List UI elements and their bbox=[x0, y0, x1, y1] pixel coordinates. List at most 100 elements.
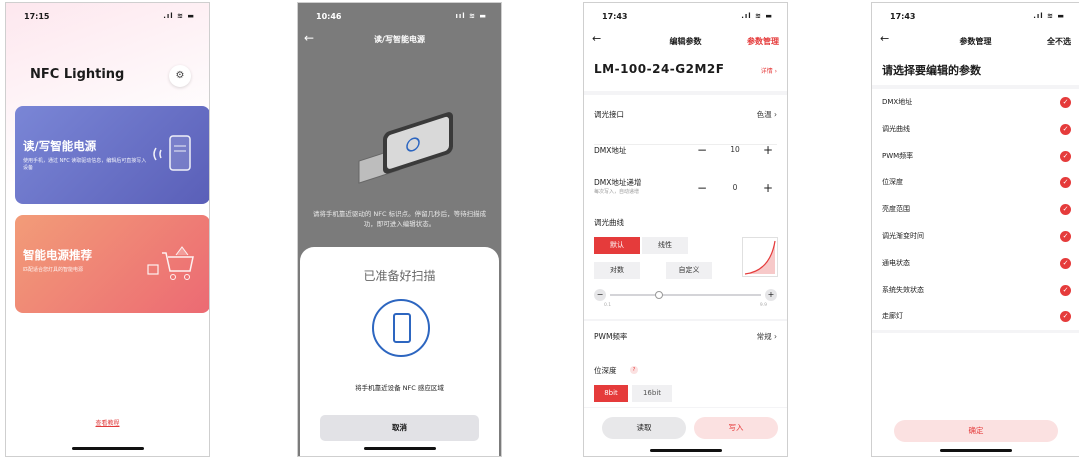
confirm-button[interactable]: 确定 bbox=[894, 420, 1058, 442]
dmx-address-stepper: − 10 + bbox=[693, 141, 777, 159]
check-icon[interactable]: ✓ bbox=[1060, 97, 1071, 108]
nav-bar: ← 读/写智能电源 bbox=[298, 29, 501, 53]
model-header: LM-100-24-G2M2F 详情 › bbox=[584, 53, 787, 91]
param-label: 走廊灯 bbox=[882, 312, 903, 321]
check-icon[interactable]: ✓ bbox=[1060, 177, 1071, 189]
stepper-value[interactable]: 10 bbox=[711, 145, 759, 154]
bit-option-16bit[interactable]: 16bit bbox=[632, 385, 672, 402]
check-icon[interactable]: ✓ bbox=[1060, 284, 1071, 296]
increment-button[interactable]: + bbox=[759, 179, 777, 197]
cancel-button[interactable]: 取消 bbox=[320, 415, 479, 441]
screen-edit-params: 17:43 .ıl ≋ ▬ ← 编辑参数 参数管理 LM-100-24-G2M2… bbox=[583, 2, 788, 457]
params-section: 调光接口 色温 › DMX地址 − 10 + DMX地址递增 每次写入，自动递增… bbox=[584, 95, 787, 251]
curve-option-log[interactable]: 对数 bbox=[594, 262, 640, 279]
status-bar: 17:43 .ıl ≋ ▬ bbox=[584, 3, 787, 29]
param-label: PWM频率 bbox=[882, 151, 914, 160]
stepper-value[interactable]: 0 bbox=[711, 183, 759, 192]
status-icons: .ıl ≋ ▬ bbox=[741, 12, 773, 20]
screen-param-manage: 17:43 .ıl ≋ ▬ ← 参数管理 全不选 请选择要编辑的参数 DMX地址… bbox=[871, 2, 1079, 457]
check-icon[interactable]: ✓ bbox=[1060, 257, 1071, 269]
param-list-item[interactable]: 亮度范围 ✓ bbox=[872, 196, 1079, 223]
details-link[interactable]: 详情 › bbox=[761, 66, 777, 75]
slider-minus-button[interactable]: − bbox=[594, 289, 606, 301]
param-list-item[interactable]: 系统失效状态 ✓ bbox=[872, 277, 1079, 304]
check-icon[interactable]: ✓ bbox=[1060, 311, 1071, 323]
home-indicator bbox=[363, 447, 436, 450]
decrement-button[interactable]: − bbox=[693, 179, 711, 197]
curve-section: 默认 线性 对数 自定义 − + 0.1 9.9 bbox=[584, 235, 787, 319]
status-bar: 17:43 .ıl ≋ ▬ bbox=[872, 3, 1079, 29]
card-desc: 使用手机，通过 NFC 读取驱动信息，编辑后可直接写入设备 bbox=[23, 158, 147, 171]
param-list-item[interactable]: 位深度 ✓ bbox=[872, 169, 1079, 196]
list-blank-area bbox=[872, 333, 1079, 413]
status-icons: ııl ≋ ▬ bbox=[455, 12, 487, 20]
status-time: 17:15 bbox=[24, 12, 50, 21]
home-indicator bbox=[939, 449, 1012, 452]
action-bar: 读取 写入 bbox=[584, 408, 787, 456]
shopping-cart-icon bbox=[146, 239, 196, 289]
row-value: 常规 › bbox=[756, 332, 777, 341]
curve-option-default[interactable]: 默认 bbox=[594, 237, 640, 254]
param-label: 亮度范围 bbox=[882, 205, 910, 214]
card-title: 读/写智能电源 bbox=[23, 139, 97, 153]
status-bar: 10:46 ııl ≋ ▬ bbox=[298, 3, 501, 29]
read-button[interactable]: 读取 bbox=[602, 417, 686, 439]
check-icon[interactable]: ✓ bbox=[1060, 204, 1071, 216]
param-manage-button[interactable]: 参数管理 bbox=[747, 36, 779, 47]
slider-plus-button[interactable]: + bbox=[765, 289, 777, 301]
recommend-card[interactable]: 智能电源推荐 匹配适合您灯具的智能电源 bbox=[15, 215, 209, 313]
nav-bar: ← 参数管理 全不选 bbox=[872, 29, 1079, 53]
curve-option-linear[interactable]: 线性 bbox=[642, 237, 688, 254]
curve-option-custom[interactable]: 自定义 bbox=[666, 262, 712, 279]
param-list: DMX地址 ✓ 调光曲线 ✓ PWM频率 ✓ 位深度 ✓ 亮度范围 ✓ 调光渐变时间 ✓ 通电状态 ✓ 系统… bbox=[872, 89, 1079, 331]
read-write-card[interactable]: 读/写智能电源 使用手机，通过 NFC 读取驱动信息，编辑后可直接写入设备 bbox=[15, 106, 209, 204]
nav-bar: ← 编辑参数 参数管理 bbox=[584, 29, 787, 53]
status-time: 10:46 bbox=[316, 12, 342, 21]
param-label: 位深度 bbox=[882, 178, 903, 187]
dmx-increment-stepper: − 0 + bbox=[693, 179, 777, 197]
write-button[interactable]: 写入 bbox=[694, 417, 778, 439]
curve-slider-thumb[interactable] bbox=[655, 291, 664, 299]
help-icon[interactable]: ? bbox=[630, 366, 638, 374]
bit-option-8bit[interactable]: 8bit bbox=[594, 385, 628, 402]
scan-hint: 请将手机靠近驱动的 NFC 标识点。停留几秒后，等待扫描成功，即可进入编辑状态。 bbox=[312, 210, 487, 228]
tutorial-link[interactable]: 查看教程 bbox=[6, 418, 209, 427]
param-label: 通电状态 bbox=[882, 258, 910, 267]
check-icon[interactable]: ✓ bbox=[1060, 230, 1071, 242]
param-list-item[interactable]: 调光曲线 ✓ bbox=[872, 116, 1079, 143]
status-icons: .ıl ≋ ▬ bbox=[163, 12, 195, 20]
status-time: 17:43 bbox=[890, 12, 916, 21]
dmx-address-row: DMX地址 − 10 + bbox=[594, 143, 777, 157]
increment-button[interactable]: + bbox=[759, 141, 777, 159]
param-list-item[interactable]: DMX地址 ✓ bbox=[872, 89, 1079, 116]
card-title: 智能电源推荐 bbox=[23, 248, 92, 262]
param-label: 调光曲线 bbox=[882, 124, 910, 133]
param-label: 系统失效状态 bbox=[882, 285, 924, 294]
sheet-message: 将手机靠近设备 NFC 感应区域 bbox=[355, 384, 444, 392]
screen-home: 17:15 .ıl ≋ ▬ NFC Lighting ⚙ 读/写智能电源 使用手… bbox=[5, 2, 210, 457]
gear-icon[interactable]: ⚙ bbox=[169, 65, 191, 87]
param-list-item[interactable]: 通电状态 ✓ bbox=[872, 250, 1079, 277]
app-title: NFC Lighting bbox=[30, 67, 125, 82]
curve-preview bbox=[742, 237, 778, 277]
phone-on-driver-illustration bbox=[353, 93, 463, 213]
slider-max-label: 9.9 bbox=[759, 303, 767, 308]
row-label: 位深度 bbox=[594, 366, 617, 375]
decrement-button[interactable]: − bbox=[693, 141, 711, 159]
home-indicator bbox=[649, 449, 722, 452]
param-list-item[interactable]: 调光渐变时间 ✓ bbox=[872, 223, 1079, 250]
slider-min-label: 0.1 bbox=[604, 303, 612, 308]
action-bar: 确定 bbox=[872, 408, 1079, 456]
row-value: 色温 › bbox=[756, 110, 777, 119]
param-list-item[interactable]: PWM频率 ✓ bbox=[872, 143, 1079, 170]
check-icon[interactable]: ✓ bbox=[1060, 123, 1071, 135]
deselect-all-button[interactable]: 全不选 bbox=[1047, 36, 1071, 47]
param-label: DMX地址 bbox=[882, 98, 913, 106]
check-icon[interactable]: ✓ bbox=[1060, 150, 1071, 162]
card-desc: 匹配适合您灯具的智能电源 bbox=[23, 267, 84, 273]
param-label: 调光渐变时间 bbox=[882, 231, 924, 240]
param-list-item[interactable]: 走廊灯 ✓ bbox=[872, 303, 1079, 330]
scan-sheet: 已准备好扫描 将手机靠近设备 NFC 感应区域 取消 bbox=[300, 247, 499, 456]
row-label: PWM频率 bbox=[594, 332, 628, 341]
curve-slider-track[interactable] bbox=[610, 291, 761, 299]
